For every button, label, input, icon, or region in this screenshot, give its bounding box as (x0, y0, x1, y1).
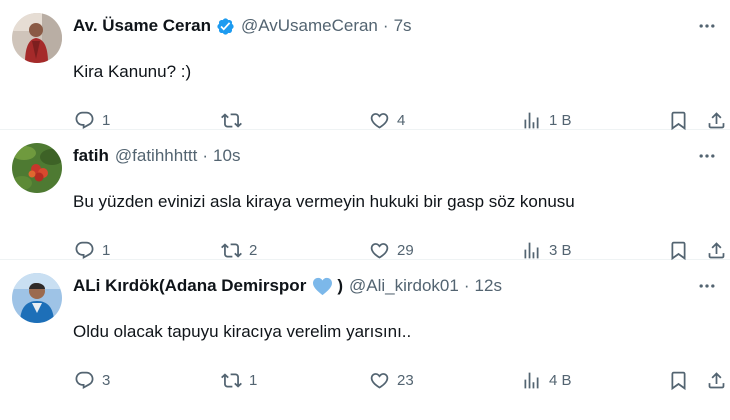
more-icon (697, 16, 717, 36)
bookmark-button[interactable] (668, 367, 689, 393)
like-count: 29 (397, 241, 414, 259)
tweet[interactable]: Av. Üsame Ceran @AvUsameCeran · 7s Kira … (0, 0, 730, 130)
avatar[interactable] (12, 273, 62, 323)
tweet-text: Oldu olacak tapuyu kiracıya verelim yarı… (73, 322, 412, 341)
like-count: 4 (397, 111, 406, 129)
retweet-count: 2 (249, 241, 258, 259)
separator-dot: · (382, 16, 389, 35)
reply-icon (74, 110, 95, 131)
timeline-feed: Av. Üsame Ceran @AvUsameCeran · 7s Kira … (0, 0, 730, 420)
bar-chart-icon (521, 370, 542, 391)
handle[interactable]: @Ali_kirdok01 (349, 276, 459, 296)
timestamp[interactable]: 12s (475, 276, 502, 296)
more-options-button[interactable] (692, 274, 722, 298)
tweet-text: Kira Kanunu? :) (73, 62, 192, 81)
separator-dot: · (202, 146, 209, 165)
like-button[interactable]: 23 (369, 367, 414, 393)
heart-icon (369, 240, 390, 261)
action-bar: 3 1 23 4 B (0, 367, 730, 393)
verified-badge-icon (216, 17, 235, 36)
like-count: 23 (397, 371, 414, 389)
display-name[interactable]: ALi Kırdök(Adana Demirspor (73, 276, 306, 296)
retweet-icon (221, 110, 242, 131)
retweet-icon (221, 370, 242, 391)
reply-count: 3 (102, 371, 111, 389)
retweet-button[interactable]: 1 (221, 367, 257, 393)
bookmark-icon (668, 110, 689, 131)
more-options-button[interactable] (692, 14, 722, 38)
timestamp[interactable]: 7s (394, 16, 412, 36)
views-button[interactable]: 4 B (521, 367, 572, 393)
timestamp[interactable]: 10s (213, 146, 240, 166)
handle[interactable]: @fatihhhttt (115, 146, 197, 166)
tweet-header: Av. Üsame Ceran @AvUsameCeran · 7s (73, 14, 660, 38)
more-options-button[interactable] (692, 144, 722, 168)
heart-icon (369, 370, 390, 391)
avatar[interactable] (12, 13, 62, 63)
bookmark-icon (668, 370, 689, 391)
reply-icon (74, 240, 95, 261)
share-icon (706, 110, 727, 131)
tweet-text: Bu yüzden evinizi asla kiraya vermeyin h… (73, 192, 575, 211)
display-name[interactable]: fatih (73, 146, 109, 166)
tweet[interactable]: fatih @fatihhhttt · 10s Bu yüzden eviniz… (0, 130, 730, 260)
share-icon (706, 370, 727, 391)
bar-chart-icon (521, 110, 542, 131)
avatar[interactable] (12, 143, 62, 193)
blue-heart-icon (312, 277, 333, 296)
tweet-header: fatih @fatihhhttt · 10s (73, 144, 660, 168)
retweet-icon (221, 240, 242, 261)
tweet[interactable]: ALi Kırdök(Adana Demirspor ) @Ali_kirdok… (0, 260, 730, 420)
bar-chart-icon (521, 240, 542, 261)
view-count: 4 B (549, 371, 572, 389)
display-name[interactable]: Av. Üsame Ceran (73, 16, 211, 36)
reply-icon (74, 370, 95, 391)
more-icon (697, 146, 717, 166)
view-count: 1 B (549, 111, 572, 129)
bookmark-icon (668, 240, 689, 261)
separator-dot: · (463, 276, 470, 295)
view-count: 3 B (549, 241, 572, 259)
tweet-header: ALi Kırdök(Adana Demirspor ) @Ali_kirdok… (73, 274, 660, 298)
reply-button[interactable]: 3 (74, 367, 110, 393)
share-button[interactable] (706, 367, 727, 393)
display-name-suffix: ) (337, 276, 343, 295)
more-icon (697, 276, 717, 296)
retweet-count: 1 (249, 371, 258, 389)
heart-icon (369, 110, 390, 131)
handle[interactable]: @AvUsameCeran (241, 16, 378, 36)
reply-count: 1 (102, 111, 111, 129)
share-icon (706, 240, 727, 261)
reply-count: 1 (102, 241, 111, 259)
